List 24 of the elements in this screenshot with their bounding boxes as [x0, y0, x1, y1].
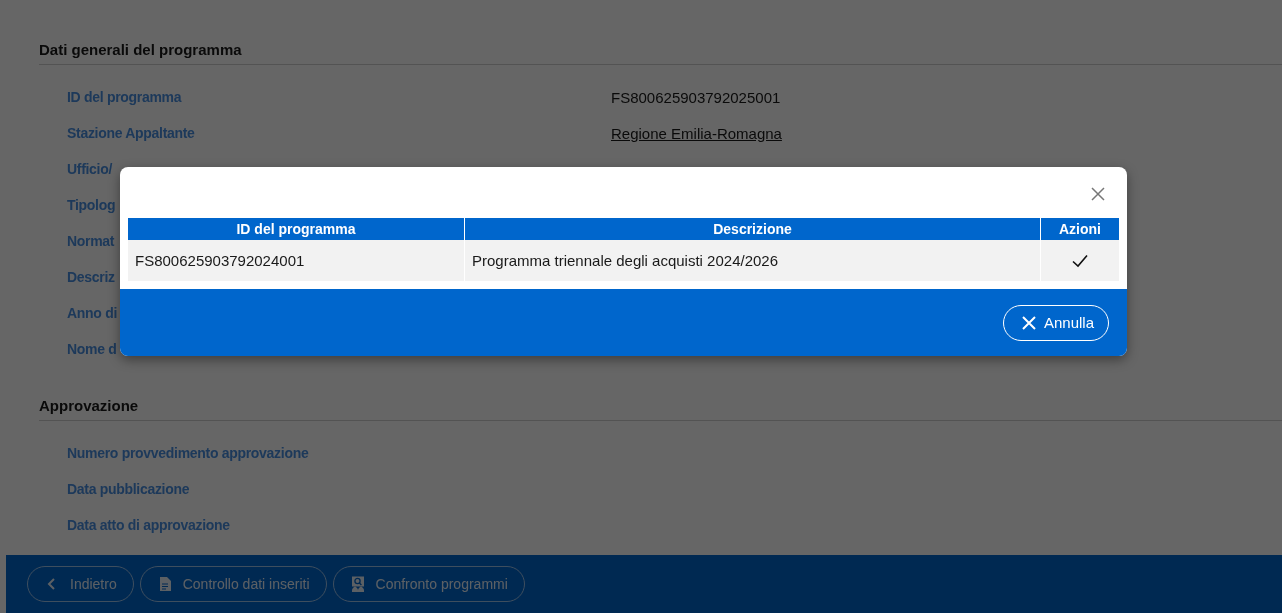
field-label: Stazione Appaltante: [67, 125, 196, 141]
section-title: Dati generali del programma: [39, 40, 1282, 65]
close-icon: [1021, 315, 1036, 330]
column-header: ID del programma: [128, 218, 465, 240]
column-header: Descrizione: [464, 218, 1041, 240]
field-label: Normat: [67, 233, 116, 249]
table-cell: FS800625903792024001: [128, 240, 465, 281]
field-link[interactable]: Regione Emilia-Romagna: [611, 124, 1282, 142]
close-icon[interactable]: [1091, 186, 1105, 201]
check-icon[interactable]: [1072, 253, 1088, 268]
table-cell: Programma triennale degli acquisti 2024/2026: [464, 240, 1041, 281]
field-label: Numero provvedimento approvazione: [67, 445, 310, 461]
field-label: Data atto di approvazione: [67, 517, 231, 533]
column-header: Azioni: [1040, 218, 1119, 240]
field-label: ID del programma: [67, 89, 183, 105]
field-label: Anno di: [67, 305, 118, 321]
field-label: Tipolog: [67, 197, 117, 213]
field-label: Nome d: [67, 341, 118, 357]
field-value: FS800625903792025001: [611, 88, 782, 106]
person-search-icon: [349, 576, 366, 592]
section-title: Approvazione: [39, 396, 1282, 421]
field-label: Descriz: [67, 269, 116, 285]
field-label: Data pubblicazione: [67, 481, 191, 497]
field-label: Ufficio/: [67, 161, 114, 177]
